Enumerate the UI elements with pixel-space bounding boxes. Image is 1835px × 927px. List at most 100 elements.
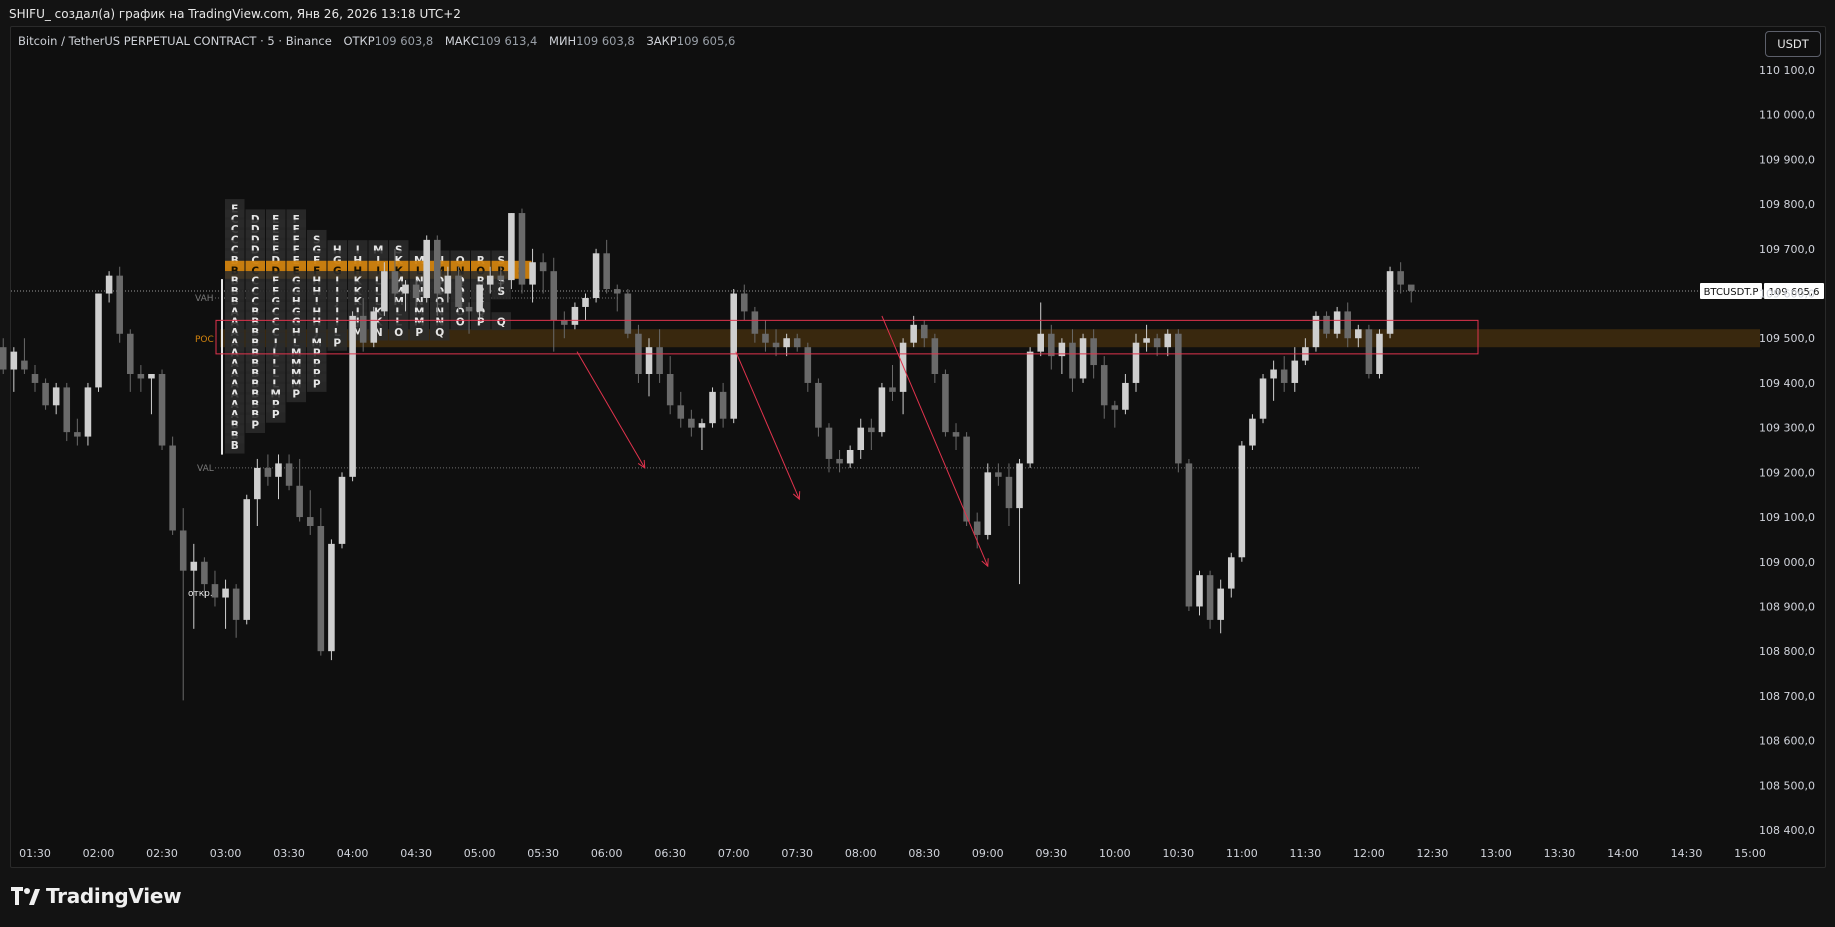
candle-body — [920, 324, 928, 339]
x-tick-label: 14:00 — [1607, 847, 1639, 860]
candle-body — [1227, 557, 1235, 589]
candle-body — [317, 526, 325, 652]
x-tick-label: 02:00 — [83, 847, 115, 860]
candle-body — [688, 418, 695, 428]
vah-label: VAH — [195, 294, 214, 304]
candle-body — [1280, 369, 1288, 383]
candle-body — [1026, 351, 1034, 464]
y-tick-label: 109 100,0 — [1759, 511, 1815, 524]
x-tick-label: 03:30 — [273, 847, 305, 860]
low-label: МИН — [549, 34, 577, 48]
candle-body — [624, 293, 632, 334]
candle-body — [1355, 329, 1362, 339]
candle-body — [973, 521, 981, 535]
candle-body — [1344, 311, 1351, 339]
candle-body — [804, 347, 812, 383]
candle-body — [402, 284, 409, 294]
x-tick-label: 09:00 — [972, 847, 1004, 860]
x-tick-label: 13:00 — [1480, 847, 1512, 860]
x-tick-label: 09:30 — [1035, 847, 1067, 860]
candle-body — [126, 333, 134, 374]
candle-body — [95, 293, 102, 388]
candle-body — [10, 351, 18, 370]
currency-button[interactable]: USDT — [1765, 31, 1821, 57]
candle-body — [1185, 463, 1193, 607]
y-tick-label: 108 800,0 — [1759, 645, 1815, 658]
candle-body — [1016, 463, 1023, 509]
candle-body — [1100, 365, 1108, 406]
symbol-legend: Bitcoin / TetherUS PERPETUAL CONTRACT · … — [18, 34, 735, 48]
candle-body — [74, 432, 81, 437]
x-tick-label: 06:00 — [591, 847, 623, 860]
candle-body — [476, 284, 483, 312]
symbol-price-tag-label: BTCUSDT.P — [1704, 287, 1759, 298]
brand-name: TradingView — [46, 884, 182, 908]
x-tick-label: 01:30 — [19, 847, 51, 860]
x-tick-label: 06:30 — [654, 847, 686, 860]
x-tick-label: 04:00 — [337, 847, 369, 860]
candle-body — [783, 338, 790, 348]
candle-body — [878, 387, 886, 433]
x-tick-label: 12:30 — [1417, 847, 1449, 860]
symbol-title[interactable]: Bitcoin / TetherUS PERPETUAL CONTRACT · … — [18, 34, 332, 48]
open-label: ОТКР — [343, 34, 375, 48]
high-value: 109 613,4 — [478, 34, 538, 48]
candle-body — [719, 391, 727, 419]
candle-body — [116, 275, 123, 334]
candle-body — [1365, 329, 1373, 374]
open-value: 109 603,8 — [374, 34, 434, 48]
candle-body — [539, 262, 547, 272]
candle-body — [328, 543, 335, 652]
candle-body — [42, 382, 49, 406]
tpo-letter: Q — [497, 317, 506, 329]
candle-body — [1291, 360, 1299, 383]
tpo-letter: P — [272, 409, 280, 421]
candle-body — [275, 463, 282, 477]
candle-body — [105, 275, 113, 294]
candle-body — [793, 338, 801, 348]
candle-body — [846, 450, 854, 464]
candle-body — [571, 306, 579, 325]
candle-body — [857, 427, 865, 450]
candle-body — [63, 387, 71, 433]
candle-body — [1079, 338, 1087, 379]
candle-body — [1333, 311, 1341, 334]
tpo-letter: P — [251, 420, 259, 432]
candle-body — [1048, 333, 1055, 357]
candle-body — [465, 306, 473, 312]
x-tick-label: 08:30 — [908, 847, 940, 860]
high-label: МАКС — [444, 34, 479, 48]
candle-body — [656, 347, 663, 374]
candle-body — [984, 472, 992, 535]
candle-body — [677, 405, 685, 419]
candle-body — [264, 467, 272, 477]
candle-body — [518, 213, 526, 285]
candle-body — [486, 275, 494, 285]
candle-body — [434, 239, 441, 294]
y-tick-label: 108 700,0 — [1759, 690, 1815, 703]
price-chart[interactable]: BTCUSDT.P109 605,6 ECDEFCDEFCDEFSCDEFGHI… — [0, 0, 1835, 927]
x-tick-label: 11:30 — [1290, 847, 1322, 860]
trend-arrow-head — [637, 459, 646, 469]
candle-body — [455, 275, 462, 307]
y-tick-label: 109 600,0 — [1759, 288, 1815, 301]
poc-band — [220, 329, 1760, 348]
candle-body — [1143, 338, 1150, 343]
tpo-letter: O — [394, 327, 403, 339]
tpo-letter: P — [333, 337, 341, 349]
candle-body — [370, 311, 378, 343]
close-value: 109 605,6 — [676, 34, 736, 48]
y-tick-label: 108 600,0 — [1759, 735, 1815, 748]
candle-body — [211, 584, 219, 598]
candle-body — [836, 458, 843, 464]
x-tick-label: 10:00 — [1099, 847, 1131, 860]
candle-body — [730, 293, 737, 419]
candle-body — [995, 472, 1002, 477]
candle-body — [1217, 588, 1224, 620]
candle-body — [243, 499, 251, 620]
candle-body — [910, 324, 917, 343]
candle-body — [1153, 338, 1161, 348]
candle-body — [412, 284, 420, 298]
candle-body — [381, 271, 388, 312]
candle-body — [1397, 271, 1404, 285]
